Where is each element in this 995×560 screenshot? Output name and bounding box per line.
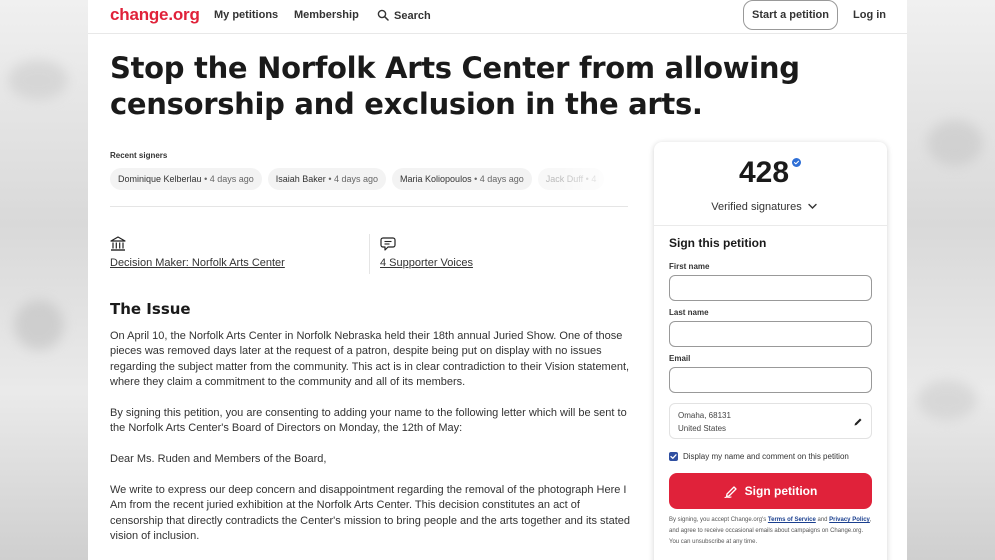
fine-print: By signing, you accept Change.org's Term…: [669, 515, 874, 548]
sign-petition-card: 428 Verified signatures Sign this petiti…: [654, 142, 887, 560]
logo[interactable]: change.org: [110, 5, 200, 25]
background-left: [0, 0, 88, 560]
signature-count: 428: [738, 156, 790, 189]
blur-shape: [8, 60, 68, 100]
verified-badge-icon: [792, 158, 801, 167]
sign-petition-heading: Sign this petition: [669, 236, 767, 250]
signer-name: Isaiah Baker: [275, 174, 326, 184]
speech-bubble-icon: [380, 237, 396, 251]
signer-name: Maria Koliopoulos: [400, 174, 472, 184]
sign-petition-label: Sign petition: [744, 484, 818, 498]
location-country: United States: [678, 424, 727, 433]
sign-petition-button[interactable]: Sign petition: [669, 473, 872, 509]
recent-signers-label: Recent signers: [110, 151, 168, 160]
decision-maker-link[interactable]: Decision Maker: Norfolk Arts Center: [110, 257, 285, 269]
issue-paragraph: By signing this petition, you are consen…: [110, 407, 627, 435]
first-name-label: First name: [669, 262, 710, 271]
signer-ago: 4 days ago: [479, 174, 524, 184]
last-name-label: Last name: [669, 308, 709, 317]
signers-fade-overlay: [560, 168, 630, 192]
nav-search[interactable]: Search: [377, 9, 431, 22]
petition-page: change.org My petitions Membership Searc…: [88, 0, 907, 560]
privacy-link[interactable]: Privacy Policy: [829, 517, 870, 523]
blur-shape: [917, 380, 977, 420]
info-divider: [369, 234, 370, 274]
signer-chip: Isaiah Baker • 4 days ago: [267, 168, 387, 190]
petition-title-line2: censorship and exclusion in the arts.: [110, 87, 703, 121]
nav-search-label: Search: [394, 10, 431, 22]
chevron-down-icon: [808, 203, 817, 209]
login-link[interactable]: Log in: [853, 9, 886, 21]
fine-print-prefix: By signing, you accept Change.org's: [669, 517, 767, 523]
pen-icon: [724, 486, 737, 498]
section-divider: [110, 206, 628, 207]
card-divider: [654, 225, 887, 226]
signer-chip: Dominique Kelberlau • 4 days ago: [110, 168, 262, 190]
email-label: Email: [669, 354, 691, 363]
signer-ago: 4 days ago: [209, 174, 254, 184]
issue-paragraph: Dear Ms. Ruden and Members of the Board,: [110, 453, 327, 466]
nav-membership[interactable]: Membership: [294, 9, 359, 21]
petition-title-line1: Stop the Norfolk Arts Center from allowi…: [110, 51, 800, 85]
search-icon: [377, 9, 389, 21]
email-field[interactable]: [669, 367, 872, 393]
issue-heading: The Issue: [110, 300, 191, 318]
background-right: [907, 0, 995, 560]
fine-print-and: and: [817, 517, 828, 523]
signer-ago: 4 days ago: [333, 174, 379, 184]
checkmark-icon: [670, 454, 677, 459]
verified-signatures-toggle[interactable]: Verified signatures: [654, 201, 874, 213]
site-header: change.org My petitions Membership Searc…: [88, 0, 907, 34]
issue-paragraph: We write to express our deep concern and…: [110, 484, 630, 543]
signer-chip: Maria Koliopoulos • 4 days ago: [392, 168, 532, 190]
signer-name: Dominique Kelberlau: [118, 174, 202, 184]
petition-title: Stop the Norfolk Arts Center from allowi…: [110, 50, 810, 122]
blur-shape: [927, 120, 983, 166]
building-icon: [110, 236, 126, 251]
first-name-field[interactable]: [669, 275, 872, 301]
supporter-voices-link[interactable]: 4 Supporter Voices: [380, 257, 473, 269]
verified-signatures-label: Verified signatures: [711, 201, 802, 213]
location-city: Omaha, 68131: [678, 411, 731, 420]
terms-link[interactable]: Terms of Service: [768, 517, 816, 523]
display-name-label: Display my name and comment on this peti…: [683, 452, 849, 461]
nav-my-petitions[interactable]: My petitions: [214, 9, 278, 21]
location-box[interactable]: Omaha, 68131 United States: [669, 403, 872, 439]
issue-body: On April 10, the Norfolk Arts Center in …: [110, 329, 632, 560]
blur-shape: [14, 300, 64, 350]
issue-paragraph: On April 10, the Norfolk Arts Center in …: [110, 330, 630, 389]
last-name-field[interactable]: [669, 321, 872, 347]
start-petition-button[interactable]: Start a petition: [743, 0, 838, 30]
pencil-icon[interactable]: [853, 417, 863, 427]
display-name-checkbox[interactable]: [669, 452, 678, 461]
recent-signers-list: Dominique Kelberlau • 4 days ago Isaiah B…: [110, 168, 630, 192]
